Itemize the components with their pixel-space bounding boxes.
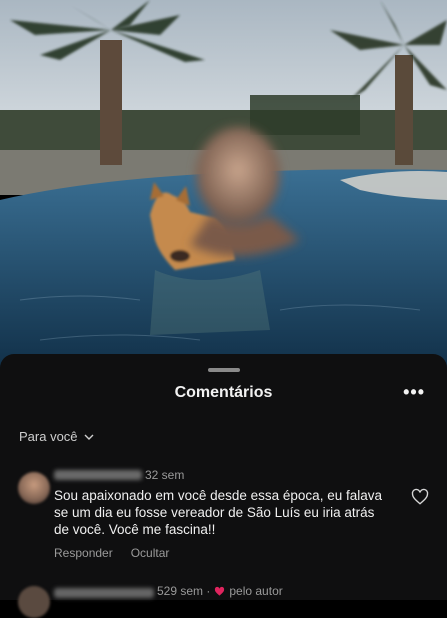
next-comment-item: 529 sem · pelo autor	[0, 582, 447, 618]
more-icon[interactable]: •••	[403, 382, 425, 403]
chevron-down-icon	[84, 434, 94, 440]
hide-button[interactable]: Ocultar	[131, 546, 170, 560]
next-comment-meta: 529 sem · pelo autor	[157, 584, 283, 598]
author-badge: pelo autor	[229, 584, 283, 598]
post-photo	[0, 0, 447, 380]
blurred-username[interactable]	[54, 470, 142, 480]
avatar[interactable]	[18, 472, 50, 504]
heart-filled-icon	[215, 586, 225, 596]
comment-time: 32 sem	[145, 468, 185, 482]
comments-sheet: Comentários ••• Para você 32 sem Sou apa…	[0, 354, 447, 618]
reply-button[interactable]: Responder	[54, 546, 113, 560]
filter-dropdown[interactable]: Para você	[19, 429, 94, 444]
sheet-title: Comentários	[174, 384, 273, 401]
avatar[interactable]	[18, 586, 50, 618]
drag-handle[interactable]	[208, 368, 240, 372]
heart-outline-icon[interactable]	[411, 488, 429, 506]
next-comment-time: 529 sem ·	[157, 584, 211, 598]
blurred-username[interactable]	[54, 588, 154, 598]
pool-photo-illustration	[0, 0, 447, 380]
comment-actions: Responder Ocultar	[54, 546, 169, 560]
filter-label: Para você	[19, 429, 78, 444]
comment-text: Sou apaixonado em você desde essa época,…	[54, 488, 382, 537]
